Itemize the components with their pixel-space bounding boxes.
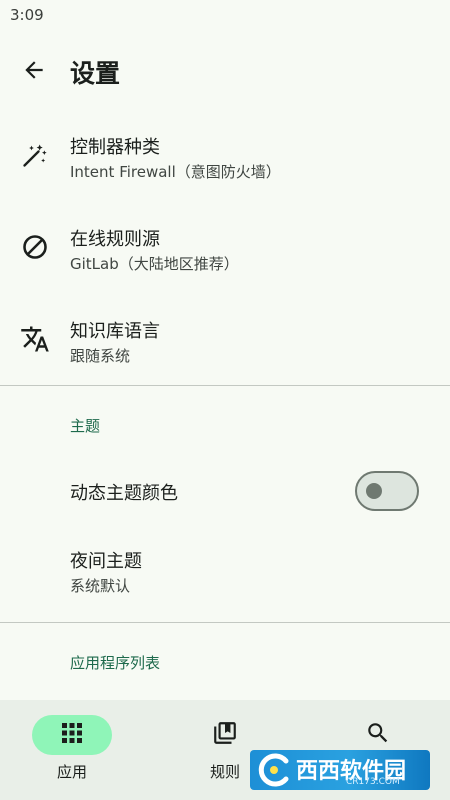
top-app-bar: 设置 <box>0 40 450 104</box>
setting-night-mode[interactable]: 夜间主题 系统默认 <box>0 545 450 609</box>
setting-controller-type[interactable]: 控制器种类 Intent Firewall（意图防火墙） <box>0 128 450 192</box>
setting-title: 在线规则源 <box>70 229 160 250</box>
status-bar: 3:09 <box>0 0 450 32</box>
setting-online-rule-source[interactable]: 在线规则源 GitLab（大陆地区推荐） <box>0 220 450 284</box>
nav-icon-holder <box>185 715 265 755</box>
watermark-logo-icon <box>256 753 292 787</box>
back-button[interactable] <box>14 52 54 92</box>
nav-label: 应用 <box>56 763 87 781</box>
setting-title: 动态主题颜色 <box>70 483 178 504</box>
nav-icon-holder <box>338 715 418 755</box>
setting-subtitle: 系统默认 <box>70 577 131 595</box>
setting-title: 知识库语言 <box>70 321 160 342</box>
watermark-badge: 西西软件园 CR173.COM <box>250 750 430 790</box>
translate-icon <box>20 324 50 354</box>
setting-subtitle: 跟随系统 <box>70 347 131 365</box>
watermark-subtext: CR173.COM <box>346 777 400 787</box>
setting-subtitle: Intent Firewall（意图防火墙） <box>70 163 281 181</box>
apps-grid-icon <box>61 722 83 748</box>
section-divider <box>0 385 450 386</box>
toggle-knob <box>366 483 382 499</box>
section-divider <box>0 622 450 623</box>
setting-title: 夜间主题 <box>70 551 142 572</box>
theme-section-header: 主题 <box>70 417 101 435</box>
arrow-back-icon <box>21 57 47 87</box>
dynamic-color-toggle[interactable] <box>355 471 419 511</box>
rules-book-icon <box>212 720 238 750</box>
magic-wand-icon <box>20 140 50 170</box>
setting-knowledge-language[interactable]: 知识库语言 跟随系统 <box>0 312 450 376</box>
setting-subtitle: GitLab（大陆地区推荐） <box>70 255 239 273</box>
app-list-section-header: 应用程序列表 <box>70 654 161 672</box>
nav-active-indicator <box>32 715 112 755</box>
block-icon <box>20 232 50 262</box>
setting-title: 控制器种类 <box>70 137 160 158</box>
status-time: 3:09 <box>10 6 44 24</box>
nav-item-apps[interactable]: 应用 <box>0 700 150 800</box>
search-icon <box>365 720 391 750</box>
page-title: 设置 <box>70 59 121 88</box>
